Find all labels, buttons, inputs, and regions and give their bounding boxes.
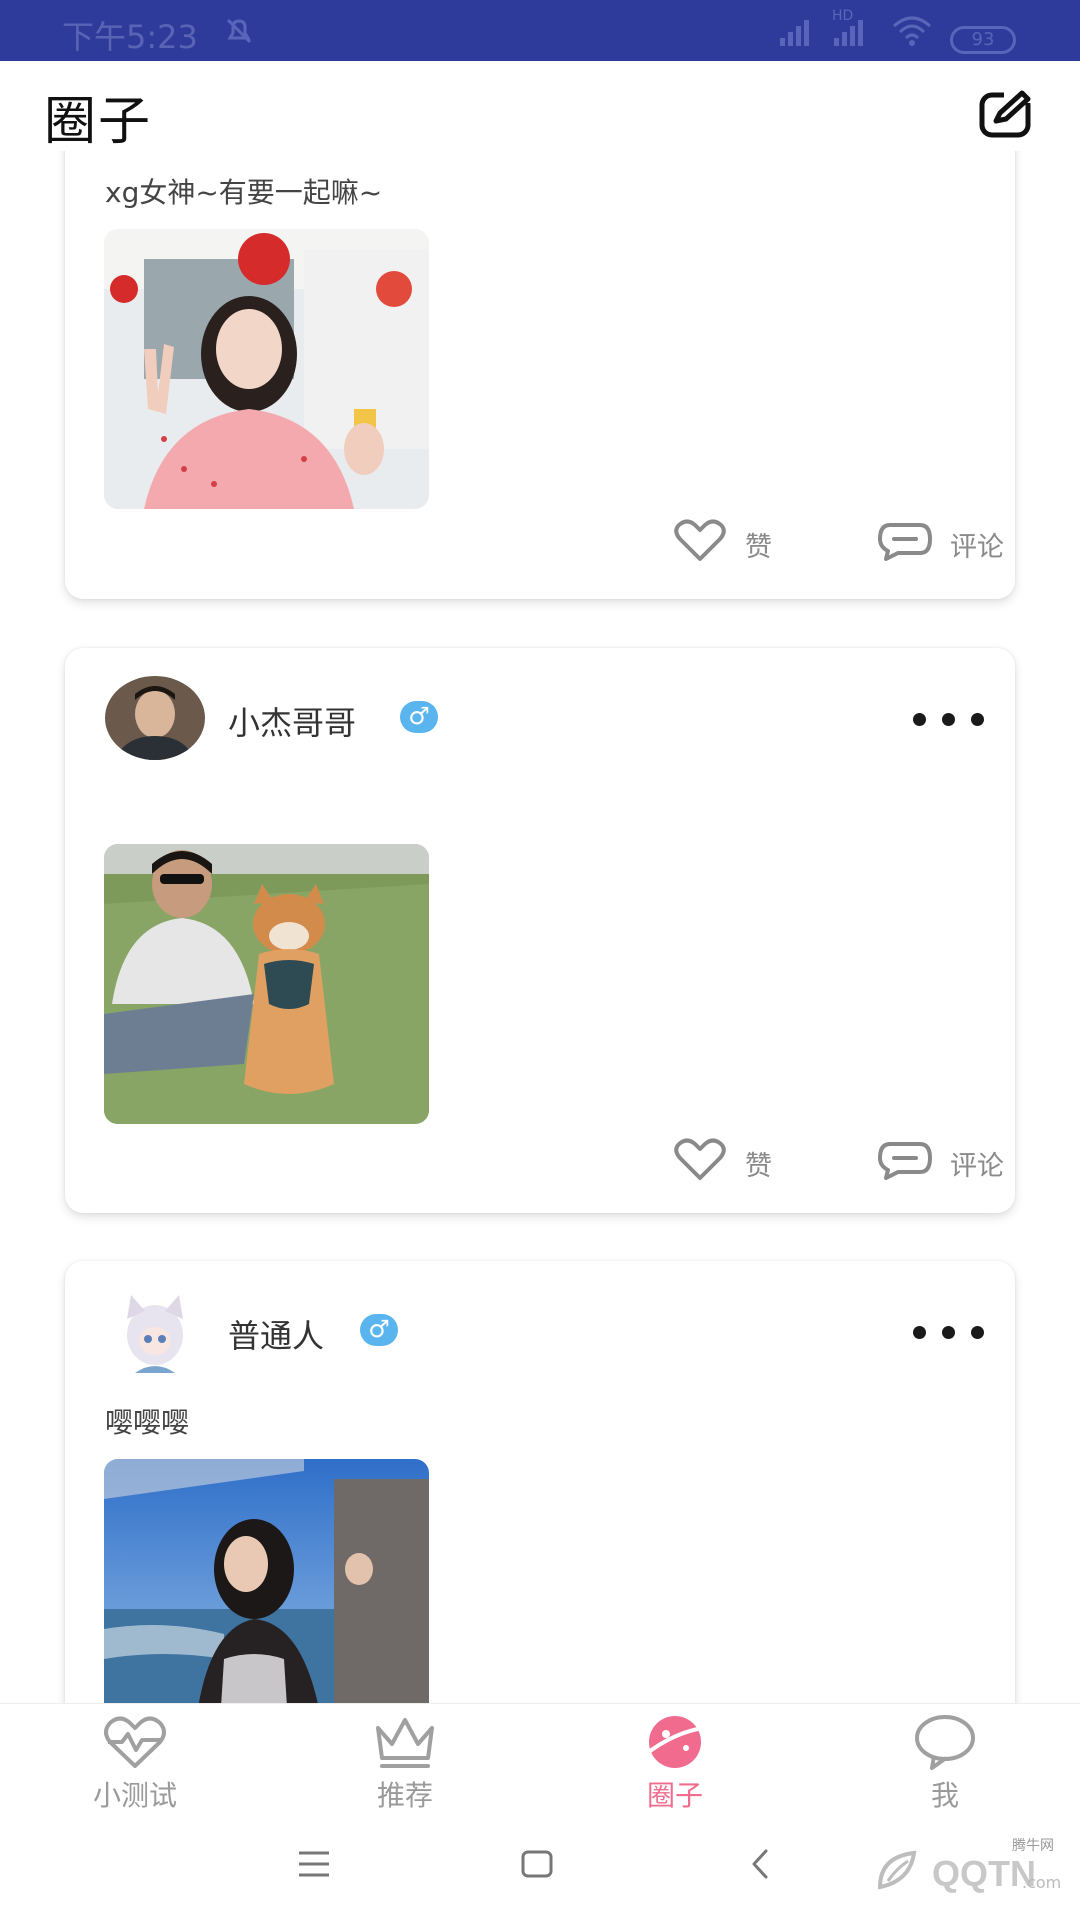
edit-post-icon[interactable] bbox=[978, 89, 1034, 139]
post-actions: 赞 评论 bbox=[65, 519, 1015, 563]
watermark-main: QQTN bbox=[932, 1853, 1036, 1894]
nav-item-me[interactable]: 我 bbox=[865, 1704, 1025, 1816]
page-title: 圈子 bbox=[44, 92, 153, 152]
system-nav-bar: 腾牛网 QQTN .com bbox=[0, 1815, 1080, 1920]
crown-icon bbox=[376, 1718, 434, 1768]
leaf-logo-icon bbox=[877, 1850, 917, 1890]
status-time: 下午5:23 bbox=[62, 18, 198, 56]
bottom-nav: 小测试 推荐 圈子 我 bbox=[0, 1703, 1080, 1815]
heartbeat-icon bbox=[104, 1716, 166, 1768]
post-photo[interactable] bbox=[104, 229, 429, 509]
male-icon: ♂ bbox=[408, 702, 430, 730]
nav-label: 我 bbox=[930, 1779, 959, 1812]
male-icon: ♂ bbox=[368, 1315, 390, 1343]
nav-item-test[interactable]: 小测试 bbox=[55, 1704, 215, 1816]
post-actions: 赞 评论 bbox=[65, 1138, 1015, 1182]
back-icon[interactable] bbox=[748, 1847, 772, 1881]
avatar[interactable] bbox=[105, 676, 205, 760]
post-text: xg女神~有要一起嘛~ bbox=[105, 176, 383, 209]
gender-male-badge: ♂ bbox=[400, 701, 438, 733]
nav-item-recommend[interactable]: 推荐 bbox=[325, 1704, 485, 1816]
username[interactable]: 普通人 bbox=[228, 1311, 324, 1357]
screen: 下午5:23 HD 93 圈子 xg女神~有要一起嘛~ 赞 评论 小杰哥哥 ♂ … bbox=[0, 0, 1080, 1920]
heart-icon[interactable] bbox=[673, 519, 727, 563]
watermark-top: 腾牛网 bbox=[1012, 1838, 1054, 1854]
status-bar: 下午5:23 HD 93 bbox=[0, 0, 1080, 61]
nav-label: 小测试 bbox=[92, 1779, 177, 1812]
like-button-label[interactable]: 赞 bbox=[745, 1144, 772, 1183]
more-options-button[interactable] bbox=[913, 713, 985, 727]
battery-icon: 93 bbox=[950, 26, 1016, 54]
post-text: 嘤嘤嘤 bbox=[105, 1406, 190, 1439]
post-feed[interactable]: xg女神~有要一起嘛~ 赞 评论 小杰哥哥 ♂ 赞 评论 普通人 ♂ 嘤嘤嘤 bbox=[0, 151, 1080, 1703]
app-header: 圈子 bbox=[0, 61, 1080, 152]
comment-icon[interactable] bbox=[878, 521, 932, 561]
battery-level: 93 bbox=[971, 29, 995, 50]
watermark-logo: 腾牛网 QQTN .com bbox=[872, 1835, 1072, 1905]
username[interactable]: 小杰哥哥 bbox=[228, 698, 356, 744]
comment-button-label[interactable]: 评论 bbox=[950, 525, 1004, 564]
planet-icon bbox=[644, 1716, 706, 1768]
nav-label: 圈子 bbox=[646, 1779, 703, 1812]
avatar[interactable] bbox=[105, 1289, 205, 1373]
post-photo[interactable] bbox=[104, 1459, 429, 1703]
comment-button-label[interactable]: 评论 bbox=[950, 1144, 1004, 1183]
like-button-label[interactable]: 赞 bbox=[745, 525, 772, 564]
more-options-button[interactable] bbox=[913, 1326, 985, 1340]
watermark-suffix: .com bbox=[1022, 1873, 1062, 1892]
signal-icon bbox=[780, 20, 809, 46]
post-card[interactable]: xg女神~有要一起嘛~ 赞 评论 bbox=[65, 151, 1015, 599]
wifi-icon bbox=[893, 16, 931, 46]
home-icon[interactable] bbox=[520, 1847, 554, 1881]
post-photo[interactable] bbox=[104, 844, 429, 1124]
heart-icon[interactable] bbox=[673, 1138, 727, 1182]
nav-label: 推荐 bbox=[376, 1779, 433, 1812]
post-card[interactable]: 普通人 ♂ 嘤嘤嘤 bbox=[65, 1261, 1015, 1703]
notification-muted-icon bbox=[226, 18, 252, 44]
nav-item-circle[interactable]: 圈子 bbox=[595, 1704, 755, 1816]
post-card[interactable]: 小杰哥哥 ♂ 赞 评论 bbox=[65, 648, 1015, 1213]
signal-hd-icon bbox=[834, 20, 863, 46]
gender-male-badge: ♂ bbox=[360, 1314, 398, 1346]
menu-icon[interactable] bbox=[296, 1847, 332, 1881]
chat-bubble-icon bbox=[915, 1715, 975, 1770]
comment-icon[interactable] bbox=[878, 1140, 932, 1180]
